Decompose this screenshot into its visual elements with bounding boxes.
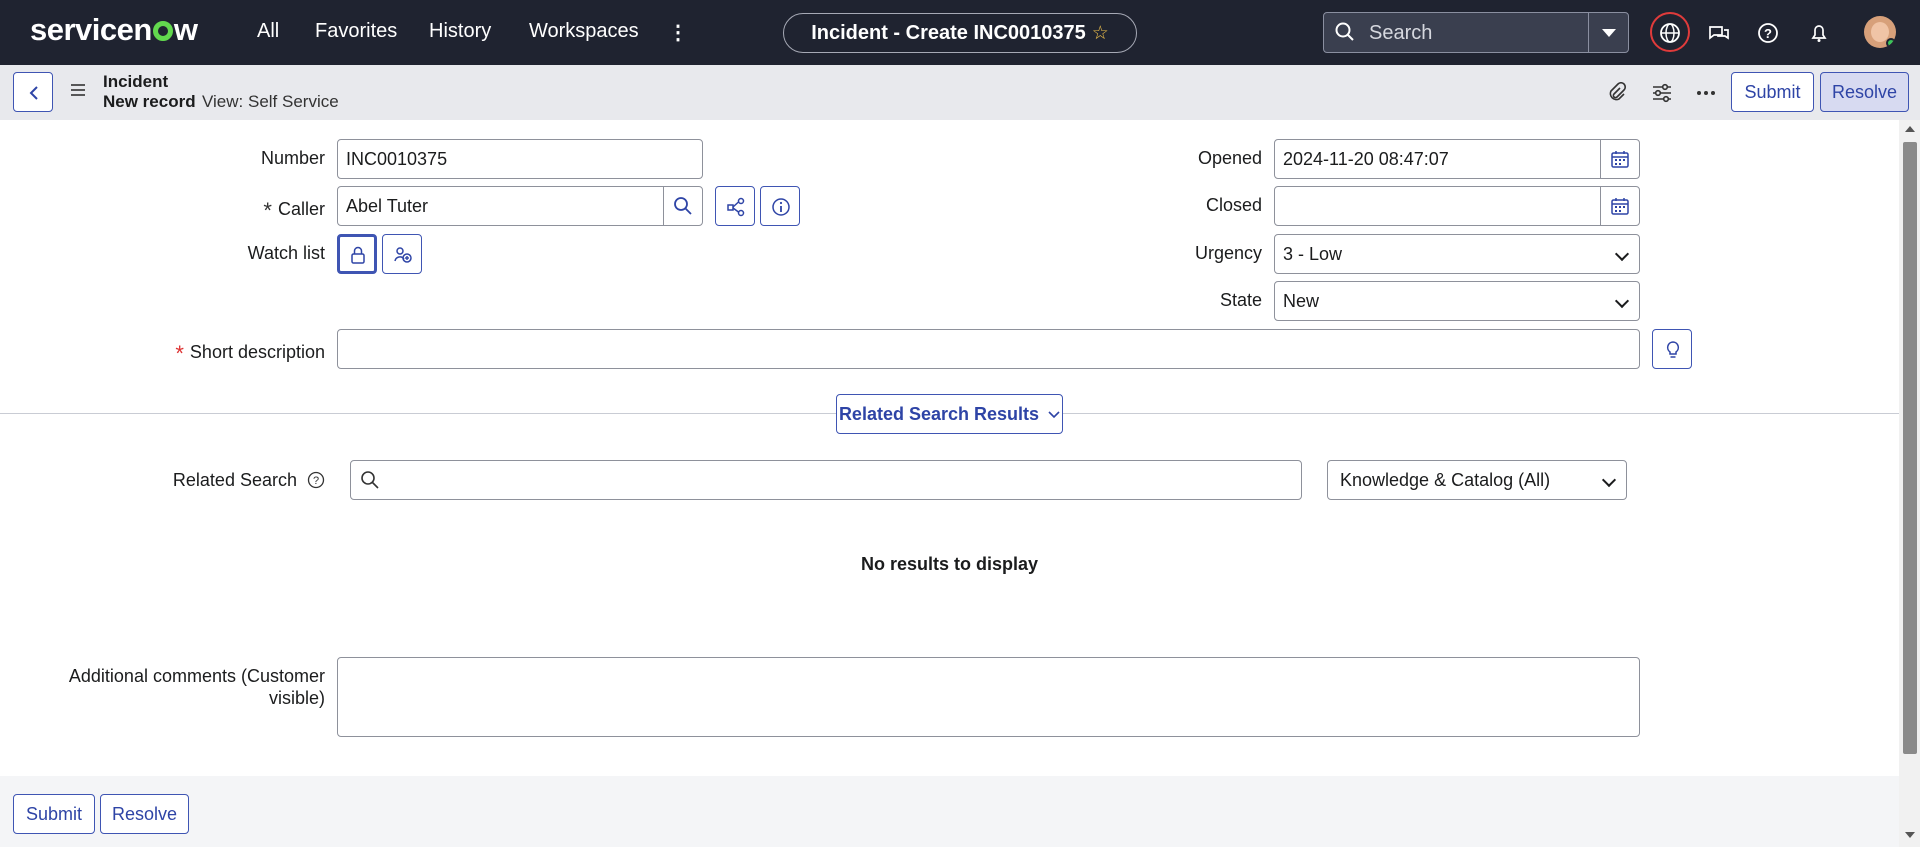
search-icon xyxy=(1335,22,1354,41)
record-header: Incident New record View: Self Service S… xyxy=(0,65,1920,120)
search-icon xyxy=(361,471,379,489)
record-table-name: Incident xyxy=(103,72,169,91)
more-actions-icon[interactable] xyxy=(1695,82,1717,104)
record-title: Incident - Create INC0010375 xyxy=(811,22,1086,44)
urgency-select[interactable]: 3 - Low xyxy=(1274,234,1640,274)
svg-text:?: ? xyxy=(1764,26,1772,41)
related-search-scope-select[interactable]: Knowledge & Catalog (All) xyxy=(1327,460,1627,500)
search-placeholder: Search xyxy=(1369,22,1433,44)
chevron-left-icon xyxy=(29,86,38,100)
closed-calendar-button[interactable] xyxy=(1600,187,1639,225)
hierarchy-icon xyxy=(727,197,745,217)
number-field[interactable]: INC0010375 xyxy=(337,139,703,179)
state-select[interactable]: New xyxy=(1274,281,1640,321)
notifications-bell-icon[interactable] xyxy=(1805,19,1833,47)
add-me-watchlist-button[interactable] xyxy=(382,234,422,274)
paperclip-icon[interactable] xyxy=(1607,82,1627,104)
calendar-icon xyxy=(1611,198,1629,215)
additional-comments-label-line2: visible) xyxy=(268,688,325,708)
opened-calendar-button[interactable] xyxy=(1600,140,1639,178)
footer-resolve-button[interactable]: Resolve xyxy=(100,794,189,834)
related-search-label-text: Related Search xyxy=(172,470,297,490)
additional-comments-label-line1: Additional comments (Customer xyxy=(68,666,325,686)
incident-form: Number INC0010375 * Caller Abel Tuter Wat… xyxy=(0,120,1899,776)
lightbulb-icon xyxy=(1666,341,1680,358)
footer-submit-button[interactable]: Submit xyxy=(13,794,95,834)
nav-all[interactable]: All xyxy=(257,20,279,43)
add-user-icon xyxy=(394,247,412,263)
back-button[interactable] xyxy=(13,72,53,112)
caller-label: * Caller xyxy=(200,195,325,223)
nav-history[interactable]: History xyxy=(429,20,491,43)
record-title-pill[interactable]: Incident - Create INC0010375 ☆ xyxy=(783,13,1137,53)
record-view: View: Self Service xyxy=(202,92,339,111)
info-icon xyxy=(772,198,790,216)
servicenow-logo[interactable]: servicen w xyxy=(30,12,198,48)
dependency-map-button[interactable] xyxy=(715,186,755,226)
caller-info-button[interactable] xyxy=(760,186,800,226)
chevron-down-icon xyxy=(1048,411,1060,419)
opened-label: Opened xyxy=(1197,148,1262,168)
user-avatar[interactable] xyxy=(1864,16,1896,48)
vertical-scrollbar[interactable] xyxy=(1899,120,1920,847)
additional-comments-textarea[interactable] xyxy=(337,657,1640,737)
scroll-up-arrow[interactable] xyxy=(1905,126,1915,132)
urgency-label: Urgency xyxy=(1194,243,1262,263)
globe-icon xyxy=(1660,23,1680,43)
nav-workspaces[interactable]: Workspaces xyxy=(529,20,639,43)
lock-icon xyxy=(351,246,365,264)
caller-value: Abel Tuter xyxy=(346,196,429,216)
top-navigation: servicen w All Favorites History Workspac… xyxy=(0,0,1920,65)
help-icon[interactable]: ? xyxy=(1754,19,1782,47)
related-search-label: Related Search ? xyxy=(150,470,325,491)
watchlist-lock-button[interactable] xyxy=(337,234,377,274)
related-search-input[interactable] xyxy=(350,460,1302,500)
state-label: State xyxy=(1219,290,1262,310)
record-status: New record xyxy=(103,92,196,111)
scroll-down-arrow[interactable] xyxy=(1905,832,1915,838)
search-icon xyxy=(674,197,692,215)
short-description-label: * Short description xyxy=(120,338,325,366)
svg-text:?: ? xyxy=(313,475,319,487)
closed-field[interactable] xyxy=(1274,186,1640,226)
calendar-icon xyxy=(1611,151,1629,168)
short-description-label-text: Short description xyxy=(189,342,325,362)
header-resolve-button[interactable]: Resolve xyxy=(1820,72,1909,112)
caller-lookup-button[interactable] xyxy=(663,187,702,225)
opened-field[interactable]: 2024-11-20 08:47:07 xyxy=(1274,139,1640,179)
help-icon[interactable]: ? xyxy=(307,471,325,489)
search-scope-dropdown[interactable] xyxy=(1588,13,1628,52)
more-menu-icon[interactable]: ⋮ xyxy=(668,20,688,45)
no-results-message: No results to display xyxy=(860,554,1039,574)
global-search[interactable]: Search xyxy=(1323,12,1629,53)
opened-value: 2024-11-20 08:47:07 xyxy=(1283,149,1449,169)
chat-icon[interactable] xyxy=(1705,19,1733,47)
closed-label: Closed xyxy=(1205,195,1262,215)
related-search-results-label: Related Search Results xyxy=(838,404,1040,424)
required-icon: * xyxy=(263,198,272,223)
suggestion-button[interactable] xyxy=(1652,329,1692,369)
short-description-field[interactable] xyxy=(337,329,1640,369)
number-label: Number xyxy=(260,148,325,168)
related-search-results-toggle[interactable]: Related Search Results xyxy=(836,394,1063,434)
caller-field[interactable]: Abel Tuter xyxy=(337,186,703,226)
settings-sliders-icon[interactable] xyxy=(1651,82,1673,104)
scrollbar-thumb[interactable] xyxy=(1903,142,1917,754)
header-submit-button[interactable]: Submit xyxy=(1731,72,1814,112)
nav-favorites[interactable]: Favorites xyxy=(315,20,397,43)
caller-label-text: Caller xyxy=(277,199,325,219)
context-menu-icon[interactable] xyxy=(70,82,86,98)
favorite-star-icon[interactable]: ☆ xyxy=(1092,23,1109,44)
additional-comments-label: Additional comments (Customer visible) xyxy=(40,665,325,709)
watchlist-label: Watch list xyxy=(247,243,325,263)
required-icon: * xyxy=(175,341,184,366)
